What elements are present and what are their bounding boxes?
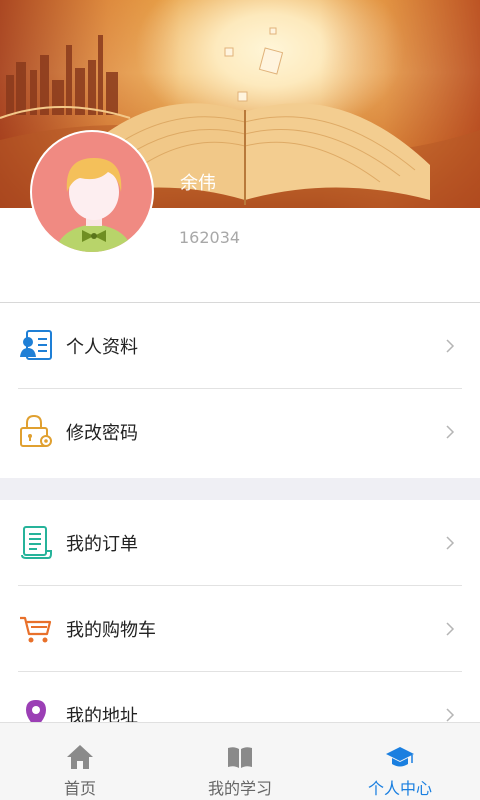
menu-item-change-password[interactable]: 修改密码 xyxy=(0,389,480,475)
shopping-cart-icon xyxy=(20,616,52,643)
tab-label: 个人中心 xyxy=(367,779,432,798)
chevron-right-icon xyxy=(446,708,455,722)
lock-settings-icon xyxy=(20,414,52,447)
user-name: 余伟 xyxy=(180,173,216,194)
menu-item-label: 我的订单 xyxy=(66,534,138,555)
menu-item-orders[interactable]: 我的订单 xyxy=(0,500,480,586)
menu-item-cart[interactable]: 我的购物车 xyxy=(0,586,480,672)
menu-item-profile[interactable]: 个人资料 xyxy=(0,303,480,389)
chevron-right-icon xyxy=(446,536,455,550)
menu-group-orders: 我的订单 我的购物车 我的地址 xyxy=(0,500,480,722)
chevron-right-icon xyxy=(446,622,455,636)
menu-item-label: 个人资料 xyxy=(66,337,138,358)
section-separator xyxy=(0,478,480,500)
bottom-tab-bar: 首页 我的学习 个人中心 xyxy=(0,722,480,800)
chevron-right-icon xyxy=(446,339,455,353)
menu-group-account: 个人资料 修改密码 xyxy=(0,303,480,478)
location-pin-icon xyxy=(26,700,46,722)
menu-item-label: 我的地址 xyxy=(66,706,138,722)
tab-label: 首页 xyxy=(63,779,96,798)
chevron-right-icon xyxy=(446,425,455,439)
tab-my-learning[interactable]: 我的学习 xyxy=(160,723,320,800)
user-id: 162034 xyxy=(179,228,241,247)
avatar-illustration xyxy=(54,158,134,252)
tab-home[interactable]: 首页 xyxy=(0,723,160,800)
menu-item-label: 修改密码 xyxy=(66,423,138,444)
avatar[interactable] xyxy=(30,130,154,254)
id-card-icon xyxy=(20,330,52,360)
tab-label: 我的学习 xyxy=(207,779,272,798)
order-scroll-icon xyxy=(21,526,52,559)
home-icon xyxy=(67,745,93,769)
menu-item-label: 我的购物车 xyxy=(66,620,156,641)
book-icon xyxy=(228,747,252,768)
menu-item-address[interactable]: 我的地址 xyxy=(0,672,480,722)
graduation-cap-icon xyxy=(386,747,414,767)
tab-personal-center[interactable]: 个人中心 xyxy=(320,723,480,800)
